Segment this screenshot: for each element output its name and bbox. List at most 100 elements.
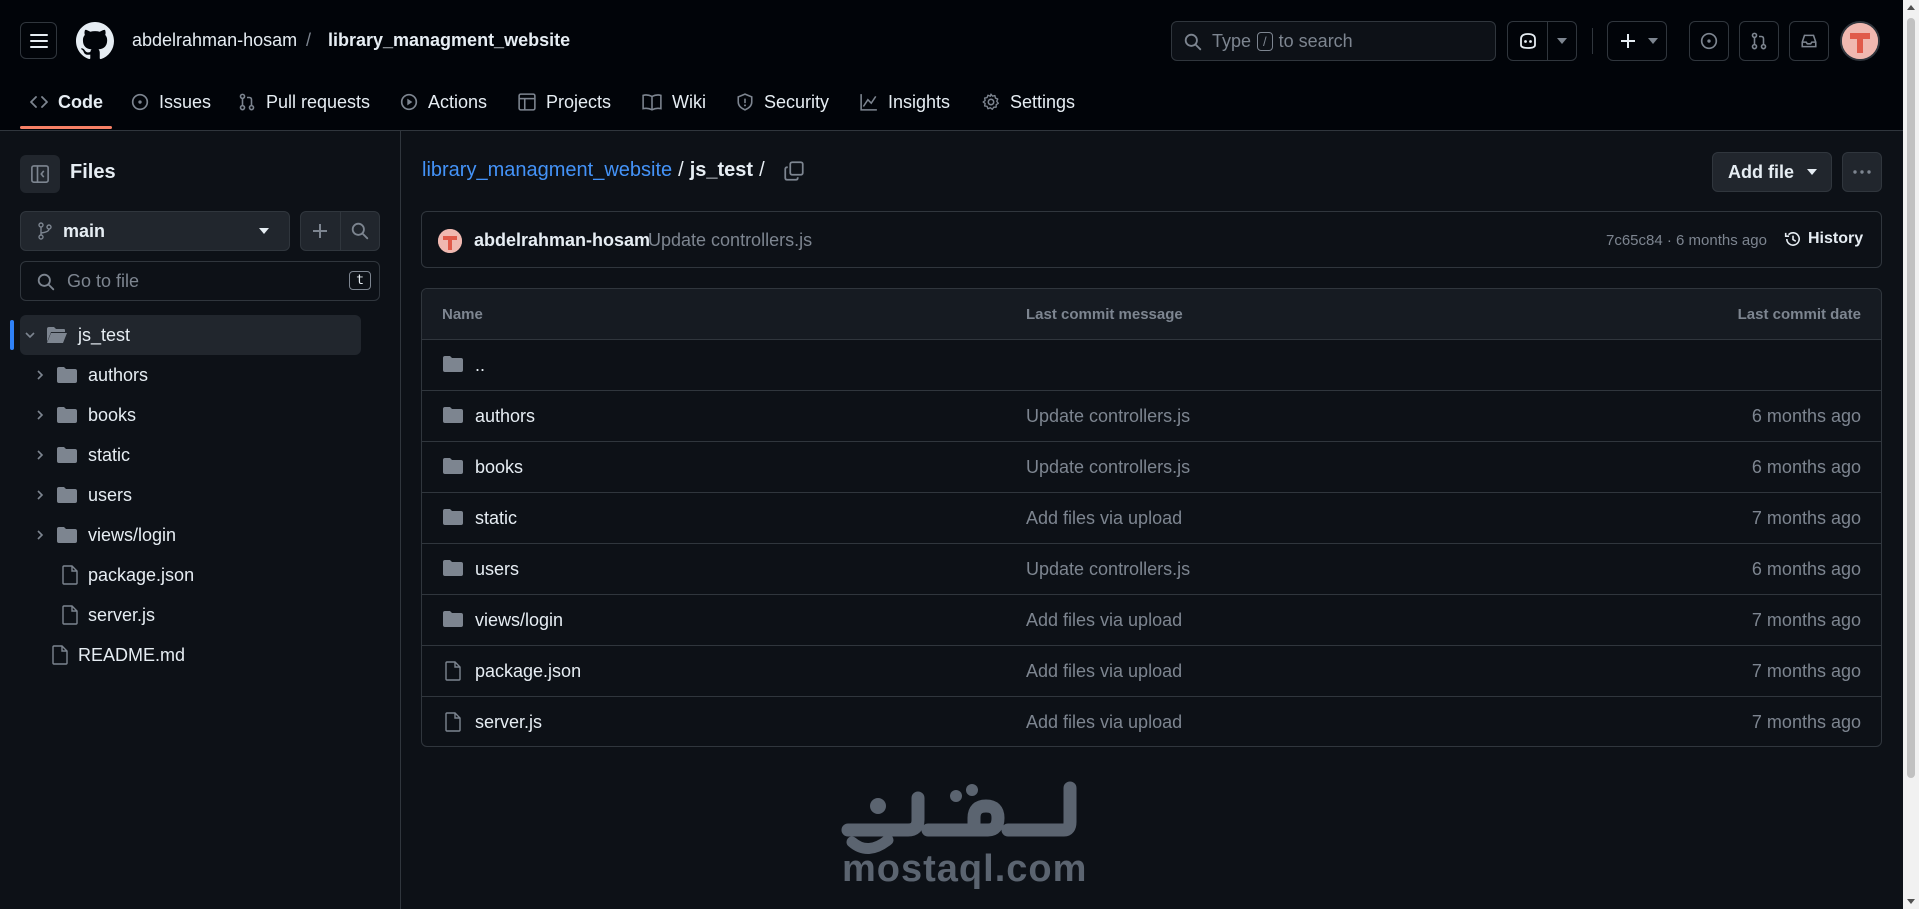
search-shortcut-key: / — [1257, 31, 1273, 51]
folder-icon — [443, 560, 463, 576]
inbox-button[interactable] — [1789, 21, 1829, 61]
issue-icon — [131, 93, 149, 111]
tab-actions[interactable]: Actions — [400, 86, 487, 118]
parent-directory-link[interactable]: .. — [475, 355, 485, 376]
commit-message-link[interactable]: Update controllers.js — [1026, 406, 1190, 427]
tab-label: Code — [58, 91, 103, 112]
plus-icon — [313, 224, 327, 238]
tree-item-books[interactable]: books — [34, 395, 136, 435]
tab-insights[interactable]: Insights — [860, 86, 950, 118]
commit-date: 7 months ago — [1751, 661, 1861, 681]
tab-wiki[interactable]: Wiki — [642, 86, 706, 118]
book-icon — [642, 94, 662, 111]
pull-requests-global-button[interactable] — [1739, 21, 1779, 61]
tab-projects[interactable]: Projects — [518, 86, 611, 118]
file-name-link[interactable]: package.json — [475, 661, 581, 682]
tree-item-static[interactable]: static — [34, 435, 130, 475]
global-search-input[interactable]: Type / to search — [1171, 21, 1496, 61]
create-new-button[interactable] — [1607, 21, 1667, 61]
scroll-up-arrow-icon[interactable] — [1907, 5, 1915, 10]
tree-item-package-json[interactable]: package.json — [62, 555, 194, 595]
file-name-link[interactable]: static — [475, 508, 517, 529]
tree-item-users[interactable]: users — [34, 475, 132, 515]
tree-item-authors[interactable]: authors — [34, 355, 148, 395]
breadcrumb-separator: / — [759, 159, 765, 181]
commit-message-link[interactable]: Add files via upload — [1026, 712, 1182, 733]
breadcrumb: library_managment_website / js_test / — [422, 159, 765, 182]
github-logo-icon[interactable] — [76, 22, 114, 60]
tab-code[interactable]: Code — [30, 86, 103, 118]
tab-pull-requests[interactable]: Pull requests — [238, 86, 370, 118]
copilot-button[interactable] — [1507, 21, 1577, 61]
more-options-button[interactable] — [1842, 152, 1882, 192]
tree-item-readme[interactable]: README.md — [52, 635, 185, 675]
copy-path-button[interactable] — [784, 161, 804, 181]
tab-settings[interactable]: Settings — [982, 86, 1075, 118]
tree-item-label: views/login — [88, 524, 177, 545]
tree-item-label: package.json — [88, 564, 195, 585]
history-button[interactable]: History — [1784, 230, 1863, 248]
table-row[interactable]: views/login Add files via upload 7 month… — [422, 595, 1881, 646]
file-name-link[interactable]: authors — [475, 406, 535, 427]
search-files-button[interactable] — [340, 211, 380, 251]
commit-message-link[interactable]: Update controllers.js — [648, 230, 812, 251]
file-name-link[interactable]: books — [475, 457, 523, 478]
header-divider — [1592, 28, 1593, 54]
tree-item-server-js[interactable]: server.js — [62, 595, 155, 635]
pull-request-icon — [1751, 32, 1767, 50]
commit-date: 7 months ago — [1751, 610, 1861, 630]
commit-message-link[interactable]: Update controllers.js — [1026, 559, 1190, 580]
repo-name-link[interactable]: library_managment_website — [328, 30, 570, 51]
table-row[interactable]: static Add files via upload 7 months ago — [422, 493, 1881, 544]
tab-label: Wiki — [672, 91, 706, 112]
scrollbar-thumb[interactable] — [1907, 18, 1915, 778]
repo-owner-link[interactable]: abdelrahman-hosam — [132, 30, 297, 51]
go-to-file-shortcut: t — [349, 271, 371, 290]
inbox-icon — [1801, 34, 1817, 48]
hamburger-icon — [29, 33, 48, 48]
scroll-down-arrow-icon[interactable] — [1907, 899, 1915, 904]
add-file-button[interactable]: Add file — [1712, 152, 1832, 192]
branch-icon — [38, 222, 52, 240]
hamburger-menu-button[interactable] — [20, 22, 57, 59]
tab-issues[interactable]: Issues — [131, 86, 211, 118]
file-name-link[interactable]: server.js — [475, 712, 542, 733]
chevron-down-icon — [1648, 38, 1658, 44]
commit-meta[interactable]: 7c65c84 · 6 months ago — [1606, 232, 1767, 249]
add-file-sidebar-button[interactable] — [300, 211, 340, 251]
chevron-down-icon — [1807, 169, 1817, 175]
branch-selector[interactable]: main — [20, 211, 290, 251]
tab-security[interactable]: Security — [736, 86, 829, 118]
table-header: Name Last commit message Last commit dat… — [422, 289, 1881, 340]
table-row[interactable]: package.json Add files via upload 7 mont… — [422, 646, 1881, 697]
breadcrumb-repo-link[interactable]: library_managment_website — [422, 159, 672, 182]
table-row[interactable]: authors Update controllers.js 6 months a… — [422, 391, 1881, 442]
go-to-file-input[interactable]: Go to file t — [20, 261, 380, 301]
table-row[interactable]: books Update controllers.js 6 months ago — [422, 442, 1881, 493]
table-row[interactable]: server.js Add files via upload 7 months … — [422, 697, 1881, 746]
tree-item-views-login[interactable]: views/login — [34, 515, 176, 555]
commit-message-link[interactable]: Add files via upload — [1026, 661, 1182, 682]
search-icon — [1184, 33, 1202, 51]
tab-label: Security — [764, 91, 830, 112]
table-row-parent[interactable]: .. — [422, 340, 1881, 391]
collapse-sidebar-button[interactable] — [20, 155, 60, 193]
commit-message-link[interactable]: Add files via upload — [1026, 610, 1182, 631]
table-row[interactable]: users Update controllers.js 6 months ago — [422, 544, 1881, 595]
go-to-file-placeholder: Go to file — [67, 270, 140, 291]
commit-message-link[interactable]: Update controllers.js — [1026, 457, 1190, 478]
file-name-link[interactable]: views/login — [475, 610, 563, 631]
file-name-link[interactable]: users — [475, 559, 519, 580]
folder-icon — [443, 509, 463, 525]
chevron-right-icon — [37, 530, 44, 540]
chevron-right-icon — [37, 490, 44, 500]
tree-item-js_test[interactable]: js_test — [20, 315, 361, 355]
commit-author-avatar[interactable] — [438, 229, 462, 253]
chevron-right-icon — [37, 410, 44, 420]
commit-author-link[interactable]: abdelrahman-hosam — [474, 230, 650, 251]
issues-global-button[interactable] — [1689, 21, 1729, 61]
chevron-down-icon — [25, 332, 35, 339]
page-scrollbar[interactable] — [1903, 0, 1919, 909]
commit-message-link[interactable]: Add files via upload — [1026, 508, 1182, 529]
user-avatar[interactable] — [1840, 21, 1880, 61]
